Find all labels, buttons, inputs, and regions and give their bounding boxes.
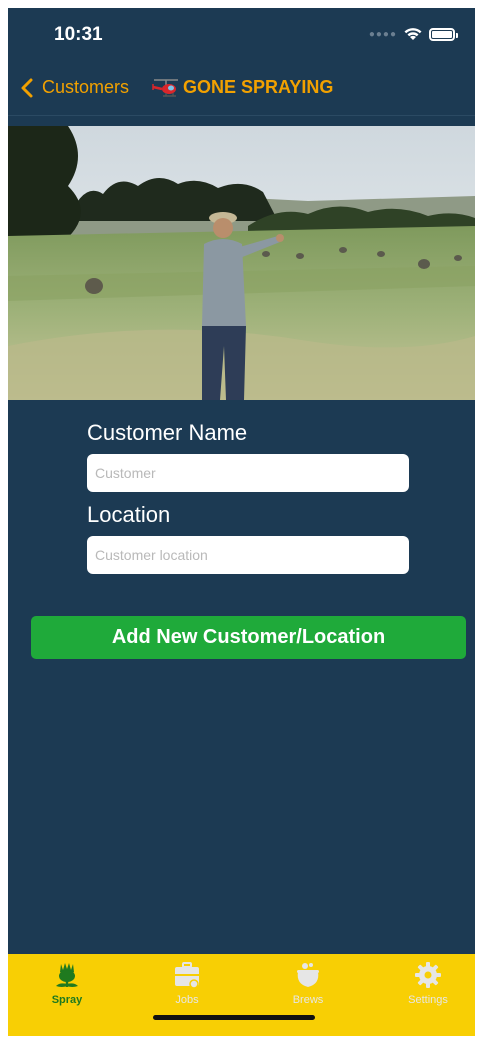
status-bar: 10:31 ●●●● bbox=[8, 8, 475, 60]
hero-photo bbox=[8, 126, 475, 400]
tab-spray-label: Spray bbox=[51, 994, 83, 1006]
tab-jobs-label: Jobs bbox=[175, 994, 199, 1006]
tab-spray[interactable]: Spray bbox=[17, 960, 117, 1006]
thistle-icon bbox=[56, 963, 78, 987]
customer-name-label: Customer Name bbox=[87, 420, 248, 445]
customer-name-input[interactable] bbox=[87, 454, 409, 492]
wifi-icon bbox=[404, 28, 422, 40]
battery-icon bbox=[429, 27, 458, 41]
tab-brews[interactable]: Brews bbox=[258, 960, 358, 1006]
cellular-signal-icon: ●●●● bbox=[368, 28, 397, 40]
home-indicator bbox=[153, 1015, 315, 1020]
cauldron-icon bbox=[297, 963, 319, 987]
chevron-left-icon bbox=[21, 78, 33, 97]
customer-form: Customer Name Location bbox=[87, 420, 411, 574]
helicopter-icon bbox=[152, 78, 179, 97]
tab-settings[interactable]: Settings bbox=[378, 960, 475, 1006]
status-time: 10:31 bbox=[54, 24, 103, 45]
back-button-label: Customers bbox=[42, 77, 130, 97]
tab-brews-label: Brews bbox=[292, 994, 324, 1006]
location-label: Location bbox=[87, 502, 171, 527]
app-title-text: GONE SPRAYING bbox=[183, 77, 334, 97]
app-screen: 10:31 ●●●● Customers GONE SPRAYING Custo… bbox=[8, 8, 475, 1036]
location-input[interactable] bbox=[87, 536, 409, 574]
gear-icon bbox=[415, 962, 441, 988]
add-customer-location-button[interactable]: Add New Customer/Location bbox=[31, 616, 466, 659]
app-title: GONE SPRAYING bbox=[151, 77, 333, 99]
tab-jobs[interactable]: Jobs bbox=[137, 960, 237, 1006]
back-button[interactable]: Customers bbox=[20, 77, 129, 99]
briefcase-icon bbox=[175, 962, 199, 989]
navigation-bar: Customers GONE SPRAYING bbox=[8, 60, 475, 116]
farm-field-photo bbox=[8, 126, 475, 400]
tab-bar: Spray Jobs Brews Settings bbox=[8, 954, 475, 1036]
tab-settings-label: Settings bbox=[408, 994, 448, 1006]
status-indicators: ●●●● bbox=[368, 26, 458, 42]
